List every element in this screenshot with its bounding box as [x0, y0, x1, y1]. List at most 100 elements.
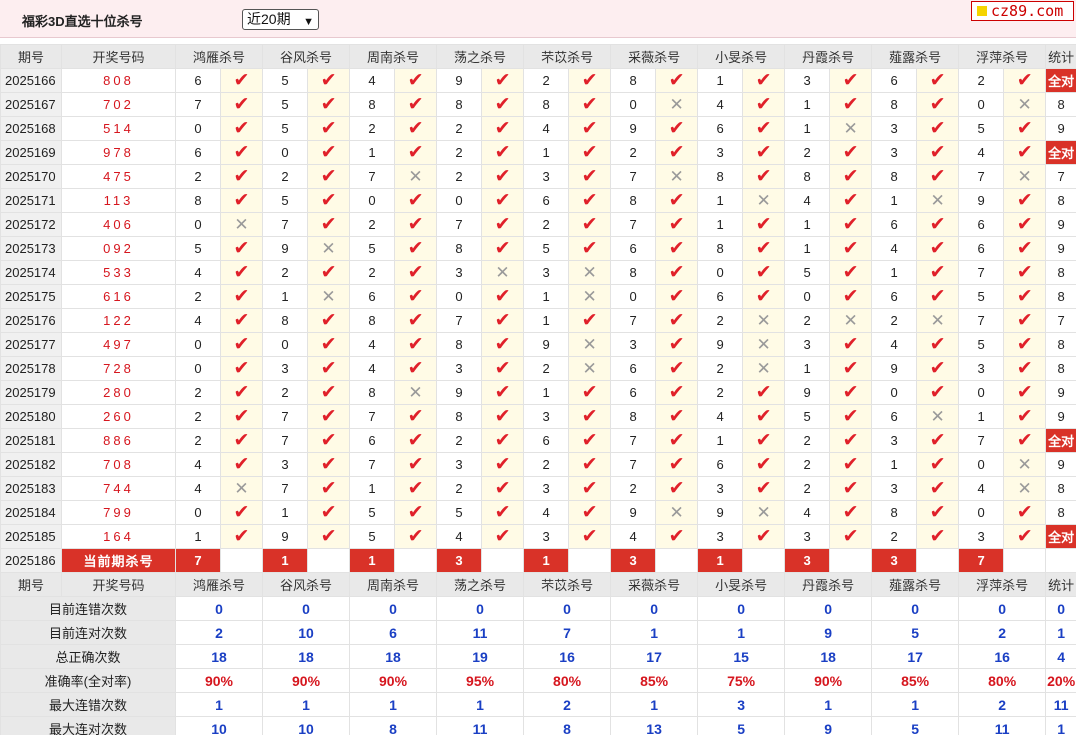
draw-number-cell: 092	[61, 236, 176, 261]
kill-number-cell: 6	[871, 212, 918, 237]
kill-number-cell: 2	[262, 380, 309, 405]
check-icon: ✔	[233, 141, 250, 163]
result-cell: ✔	[1003, 68, 1047, 93]
result-cell: ✔	[219, 236, 264, 261]
kill-number-cell: 8	[610, 188, 657, 213]
check-icon: ✔	[842, 93, 859, 115]
expert-header[interactable]: 周南杀号	[349, 572, 438, 597]
check-icon: ✔	[494, 189, 511, 211]
result-cell: ✔	[307, 380, 351, 405]
site-logo[interactable]: cz89.com	[971, 1, 1074, 21]
result-cell: ✔	[829, 212, 873, 237]
result-cell: ✔	[481, 428, 525, 453]
kill-number-cell: 7	[610, 308, 657, 333]
check-icon: ✔	[755, 261, 772, 283]
current-kill-number: 7	[958, 548, 1005, 573]
result-cell: ✔	[829, 404, 873, 429]
check-icon: ✔	[842, 381, 859, 403]
current-kill-number: 1	[262, 548, 309, 573]
check-icon: ✔	[494, 285, 511, 307]
cross-icon: ✕	[495, 262, 510, 282]
expert-header[interactable]: 鸿雁杀号	[174, 572, 264, 597]
kill-number-cell: 6	[175, 140, 221, 165]
check-icon: ✔	[494, 357, 511, 379]
expert-header[interactable]: 浮萍杀号	[958, 572, 1047, 597]
result-cell: ✔	[307, 428, 351, 453]
expert-header[interactable]: 丹霞杀号	[784, 572, 873, 597]
expert-header[interactable]: 周南杀号	[349, 44, 438, 69]
check-icon: ✔	[668, 405, 685, 427]
result-cell: ✔	[219, 428, 264, 453]
check-icon: ✔	[407, 237, 424, 259]
expert-header[interactable]: 小旻杀号	[697, 572, 786, 597]
kill-number-cell: 5	[436, 500, 483, 525]
check-icon: ✔	[1016, 285, 1033, 307]
check-icon: ✔	[320, 525, 337, 547]
check-icon: ✔	[320, 381, 337, 403]
expert-header[interactable]: 谷风杀号	[262, 44, 351, 69]
period-cell: 2025175	[0, 284, 62, 309]
result-cell: ✕	[568, 284, 612, 309]
result-cell: ✔	[1003, 260, 1047, 285]
draw-number-cell: 260	[61, 404, 176, 429]
table-row: 2025175 616 2 ✔ 1 ✕ 6 ✔ 0 ✔ 1 ✕ 0 ✔ 6 ✔ 0 ✔ 6 ✔ 5 ✔ 8	[0, 284, 1076, 309]
result-cell: ✔	[568, 92, 612, 117]
kill-number-cell: 6	[175, 68, 221, 93]
result-cell: ✔	[394, 236, 438, 261]
result-cell: ✔	[742, 524, 786, 549]
check-icon: ✔	[233, 405, 250, 427]
summary-value: 17	[610, 644, 699, 669]
summary-value: 18	[784, 644, 873, 669]
check-icon: ✔	[320, 333, 337, 355]
kill-number-cell: 2	[610, 476, 657, 501]
kill-number-cell: 4	[697, 92, 744, 117]
check-icon: ✔	[494, 405, 511, 427]
result-cell: ✔	[916, 428, 960, 453]
current-result-blank	[1003, 548, 1047, 573]
summary-row: 准确率(全对率) 90% 90% 90% 95% 80% 85% 75% 90% 85% 80% 20…	[0, 668, 1076, 693]
expert-header[interactable]: 芣苡杀号	[523, 572, 612, 597]
period-range-select[interactable]: 近20期 ▼	[242, 9, 319, 30]
kill-number-cell: 9	[262, 236, 309, 261]
all-correct-badge: 全对	[1045, 140, 1076, 165]
kill-number-cell: 9	[697, 500, 744, 525]
expert-header[interactable]: 浮萍杀号	[958, 44, 1047, 69]
expert-header[interactable]: 谷风杀号	[262, 572, 351, 597]
expert-header[interactable]: 小旻杀号	[697, 44, 786, 69]
summary-stat: 11	[1045, 692, 1076, 717]
result-cell: ✔	[219, 500, 264, 525]
current-kill-label: 当前期杀号	[61, 548, 176, 573]
result-cell: ✔	[916, 452, 960, 477]
kill-number-cell: 7	[349, 452, 396, 477]
check-icon: ✔	[842, 213, 859, 235]
expert-header[interactable]: 荡之杀号	[436, 572, 525, 597]
expert-header[interactable]: 鸿雁杀号	[174, 44, 264, 69]
check-icon: ✔	[1016, 429, 1033, 451]
draw-number-cell: 406	[61, 212, 176, 237]
expert-header[interactable]: 采薇杀号	[610, 44, 699, 69]
expert-header[interactable]: 丹霞杀号	[784, 44, 873, 69]
result-cell: ✔	[655, 380, 699, 405]
expert-header[interactable]: 薤露杀号	[871, 572, 960, 597]
result-cell: ✔	[655, 524, 699, 549]
result-cell: ✔	[655, 188, 699, 213]
result-cell: ✔	[568, 140, 612, 165]
cross-icon: ✕	[582, 262, 597, 282]
expert-header[interactable]: 采薇杀号	[610, 572, 699, 597]
result-cell: ✔	[916, 476, 960, 501]
expert-header[interactable]: 荡之杀号	[436, 44, 525, 69]
check-icon: ✔	[233, 333, 250, 355]
kill-number-cell: 6	[697, 284, 744, 309]
check-icon: ✔	[581, 309, 598, 331]
cross-icon: ✕	[930, 406, 945, 426]
cross-icon: ✕	[1017, 478, 1032, 498]
check-icon: ✔	[494, 309, 511, 331]
result-cell: ✔	[655, 428, 699, 453]
kill-number-cell: 1	[349, 140, 396, 165]
kill-number-cell: 9	[784, 380, 831, 405]
result-cell: ✔	[394, 308, 438, 333]
expert-header[interactable]: 薤露杀号	[871, 44, 960, 69]
check-icon: ✔	[842, 261, 859, 283]
kill-number-cell: 0	[958, 452, 1005, 477]
expert-header[interactable]: 芣苡杀号	[523, 44, 612, 69]
